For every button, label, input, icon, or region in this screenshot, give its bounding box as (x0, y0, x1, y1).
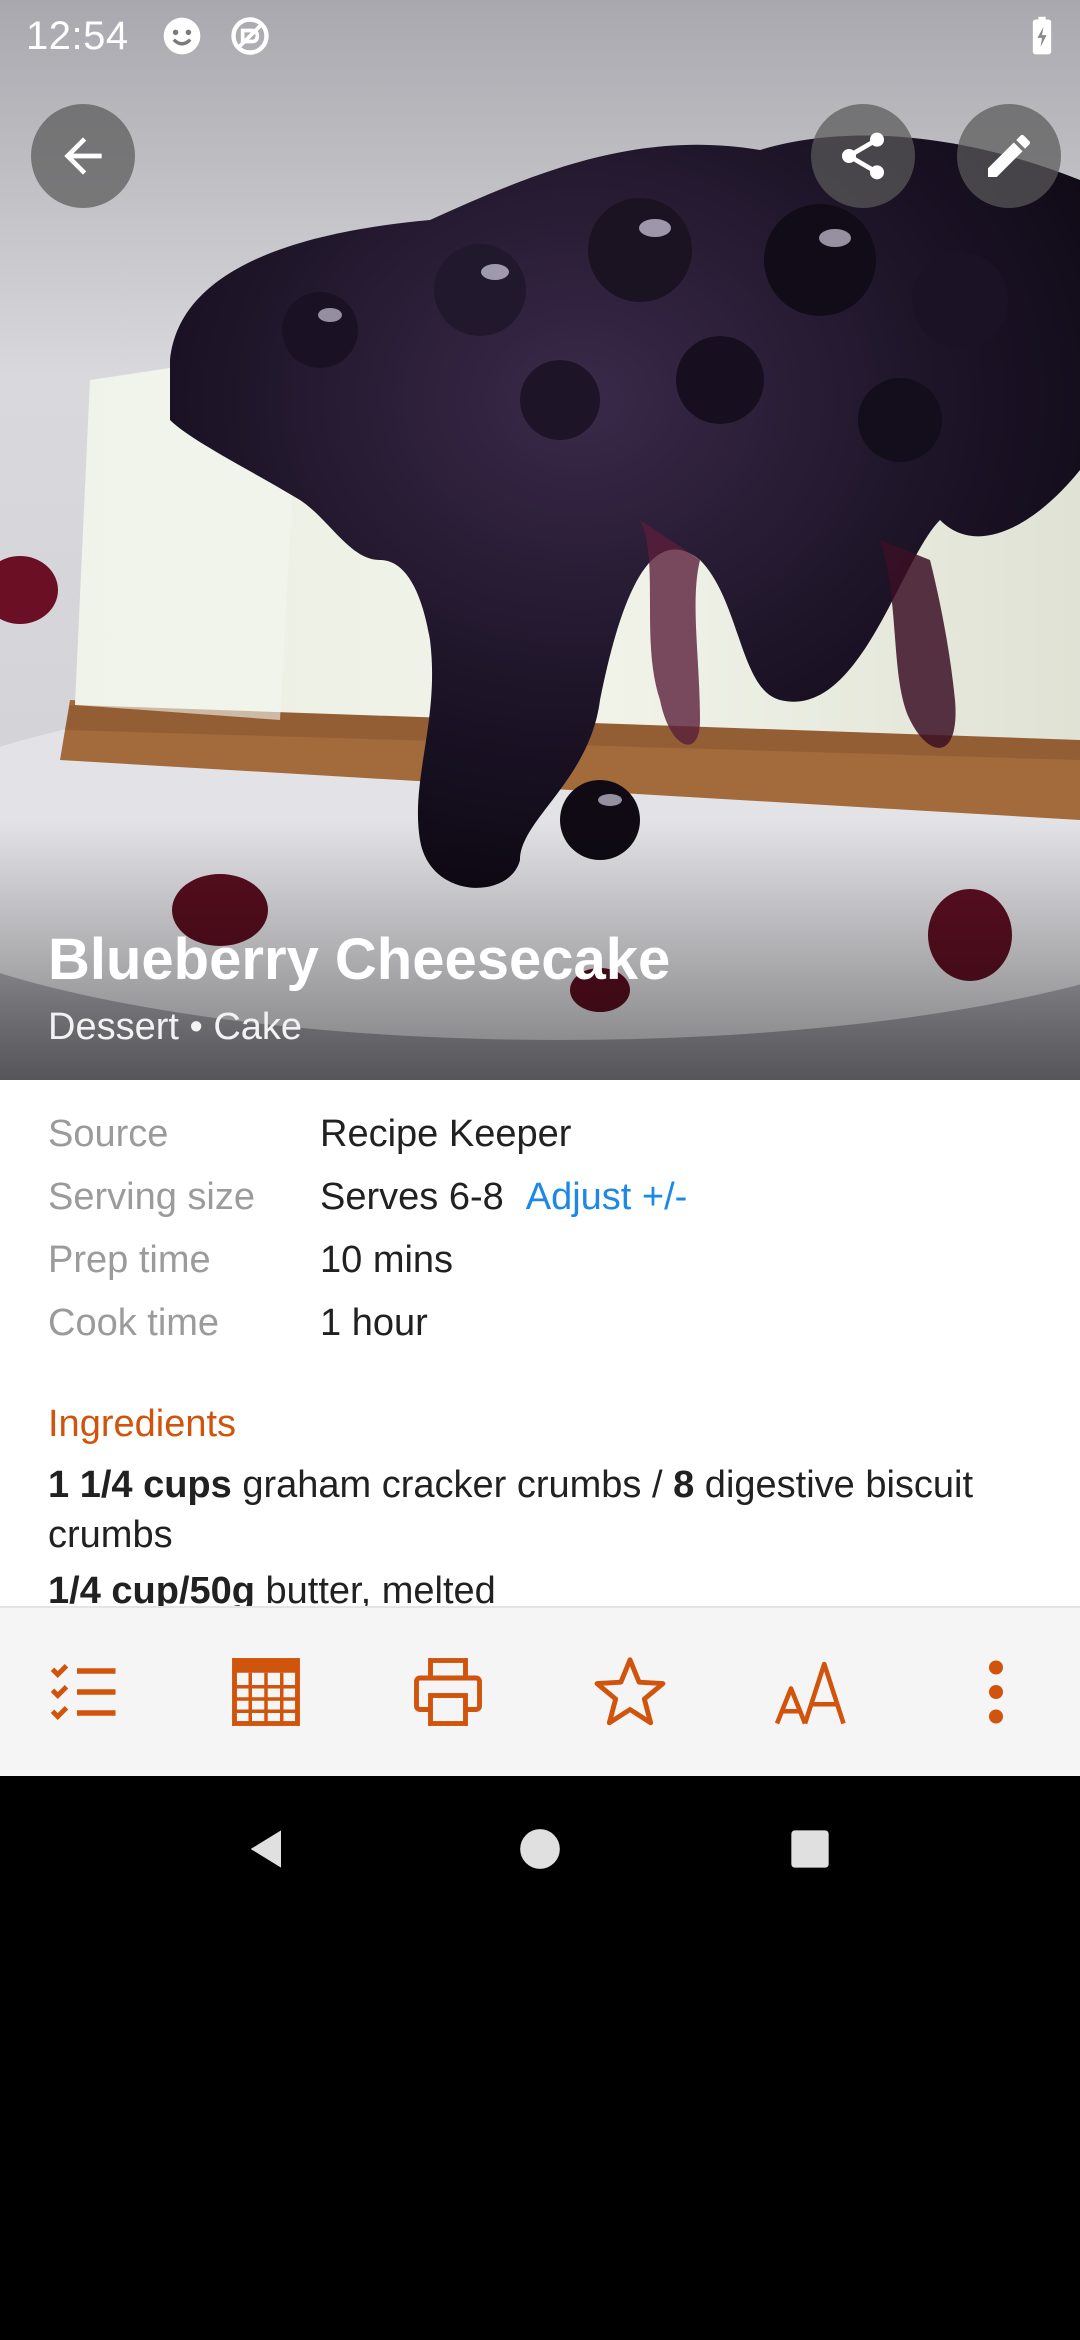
back-button[interactable] (31, 104, 135, 208)
nav-back-button[interactable] (222, 1804, 312, 1894)
text-size-button[interactable] (746, 1626, 878, 1758)
ingredients-list: 1 1/4 cups graham cracker crumbs / 8 dig… (48, 1460, 1048, 1606)
home-circle-icon (520, 1829, 560, 1869)
sync-icon (228, 14, 272, 58)
status-time: 12:54 (26, 14, 129, 58)
meta-value: 1 hour (320, 1302, 428, 1344)
recipe-title: Blueberry Cheesecake (48, 927, 671, 992)
ingredient-amount: 1 1/4 cups (48, 1464, 232, 1506)
nav-home-button[interactable] (495, 1804, 585, 1894)
more-vert-icon (989, 1660, 1003, 1724)
share-icon (842, 132, 884, 180)
meta-label: Prep time (48, 1239, 211, 1281)
meta-label: Cook time (48, 1302, 220, 1344)
hero-image-area: 12:54 Blueberry Cheesecake Dessert • Cak… (0, 0, 1080, 1080)
more-options-button[interactable] (930, 1626, 1062, 1758)
ingredient-item: 1 1/4 cups graham cracker crumbs / 8 dig… (48, 1460, 1048, 1560)
recipe-screen: 12:54 Blueberry Cheesecake Dessert • Cak… (0, 0, 1080, 2340)
recents-square-icon (791, 1830, 829, 1868)
battery-charging-icon (1020, 14, 1064, 58)
hero-title-block: Blueberry Cheesecake Dessert • Cake (48, 920, 1048, 1052)
recipe-details: Source Recipe Keeper Serving size Serves… (0, 1080, 1080, 1606)
meta-row-source: Source Recipe Keeper (48, 1104, 1048, 1164)
face-icon (160, 14, 204, 58)
nav-recents-button[interactable] (765, 1804, 855, 1894)
meta-value: Serves 6-8 (320, 1176, 504, 1218)
ingredient-amount: 8 (673, 1464, 695, 1506)
back-icon (64, 137, 102, 175)
favorite-button[interactable] (564, 1626, 696, 1758)
adjust-servings-link[interactable]: Adjust +/- (526, 1176, 688, 1218)
meta-value-wrap: Serves 6-8 Adjust +/- (320, 1167, 687, 1227)
edit-button[interactable] (957, 104, 1061, 208)
meta-row-prep-time: Prep time 10 mins (48, 1230, 1048, 1290)
ingredient-text: butter, melted (254, 1570, 496, 1606)
ingredient-text: graham cracker crumbs / (231, 1464, 674, 1506)
bottom-toolbar (0, 1606, 1080, 1776)
checklist-icon (50, 1664, 116, 1720)
cheesecake-photo (0, 0, 1080, 1080)
edit-icon (988, 134, 1031, 177)
meta-label: Serving size (48, 1176, 255, 1218)
meta-label: Source (48, 1113, 169, 1155)
calendar-icon (232, 1658, 300, 1726)
meta-row-cook-time: Cook time 1 hour (48, 1293, 1048, 1353)
print-icon (414, 1658, 482, 1726)
meta-value: Recipe Keeper (320, 1113, 572, 1155)
print-button[interactable] (382, 1626, 514, 1758)
font-size-icon (774, 1661, 846, 1725)
ingredients-heading: Ingredients (48, 1403, 237, 1445)
status-bar: 12:54 (0, 0, 1080, 72)
meal-planner-button[interactable] (200, 1626, 332, 1758)
shopping-list-button[interactable] (18, 1626, 150, 1758)
ingredient-item: 1/4 cup/50g butter, melted (48, 1566, 1048, 1606)
system-nav-bar (0, 1776, 1080, 1922)
ingredient-amount: 1/4 cup/50g (48, 1570, 255, 1606)
recipe-category: Dessert • Cake (48, 1006, 303, 1048)
share-button[interactable] (811, 104, 915, 208)
star-icon (594, 1657, 666, 1726)
meta-value: 10 mins (320, 1239, 454, 1281)
back-triangle-icon (250, 1830, 281, 1868)
meta-row-serving-size: Serving size Serves 6-8 Adjust +/- (48, 1167, 1048, 1227)
